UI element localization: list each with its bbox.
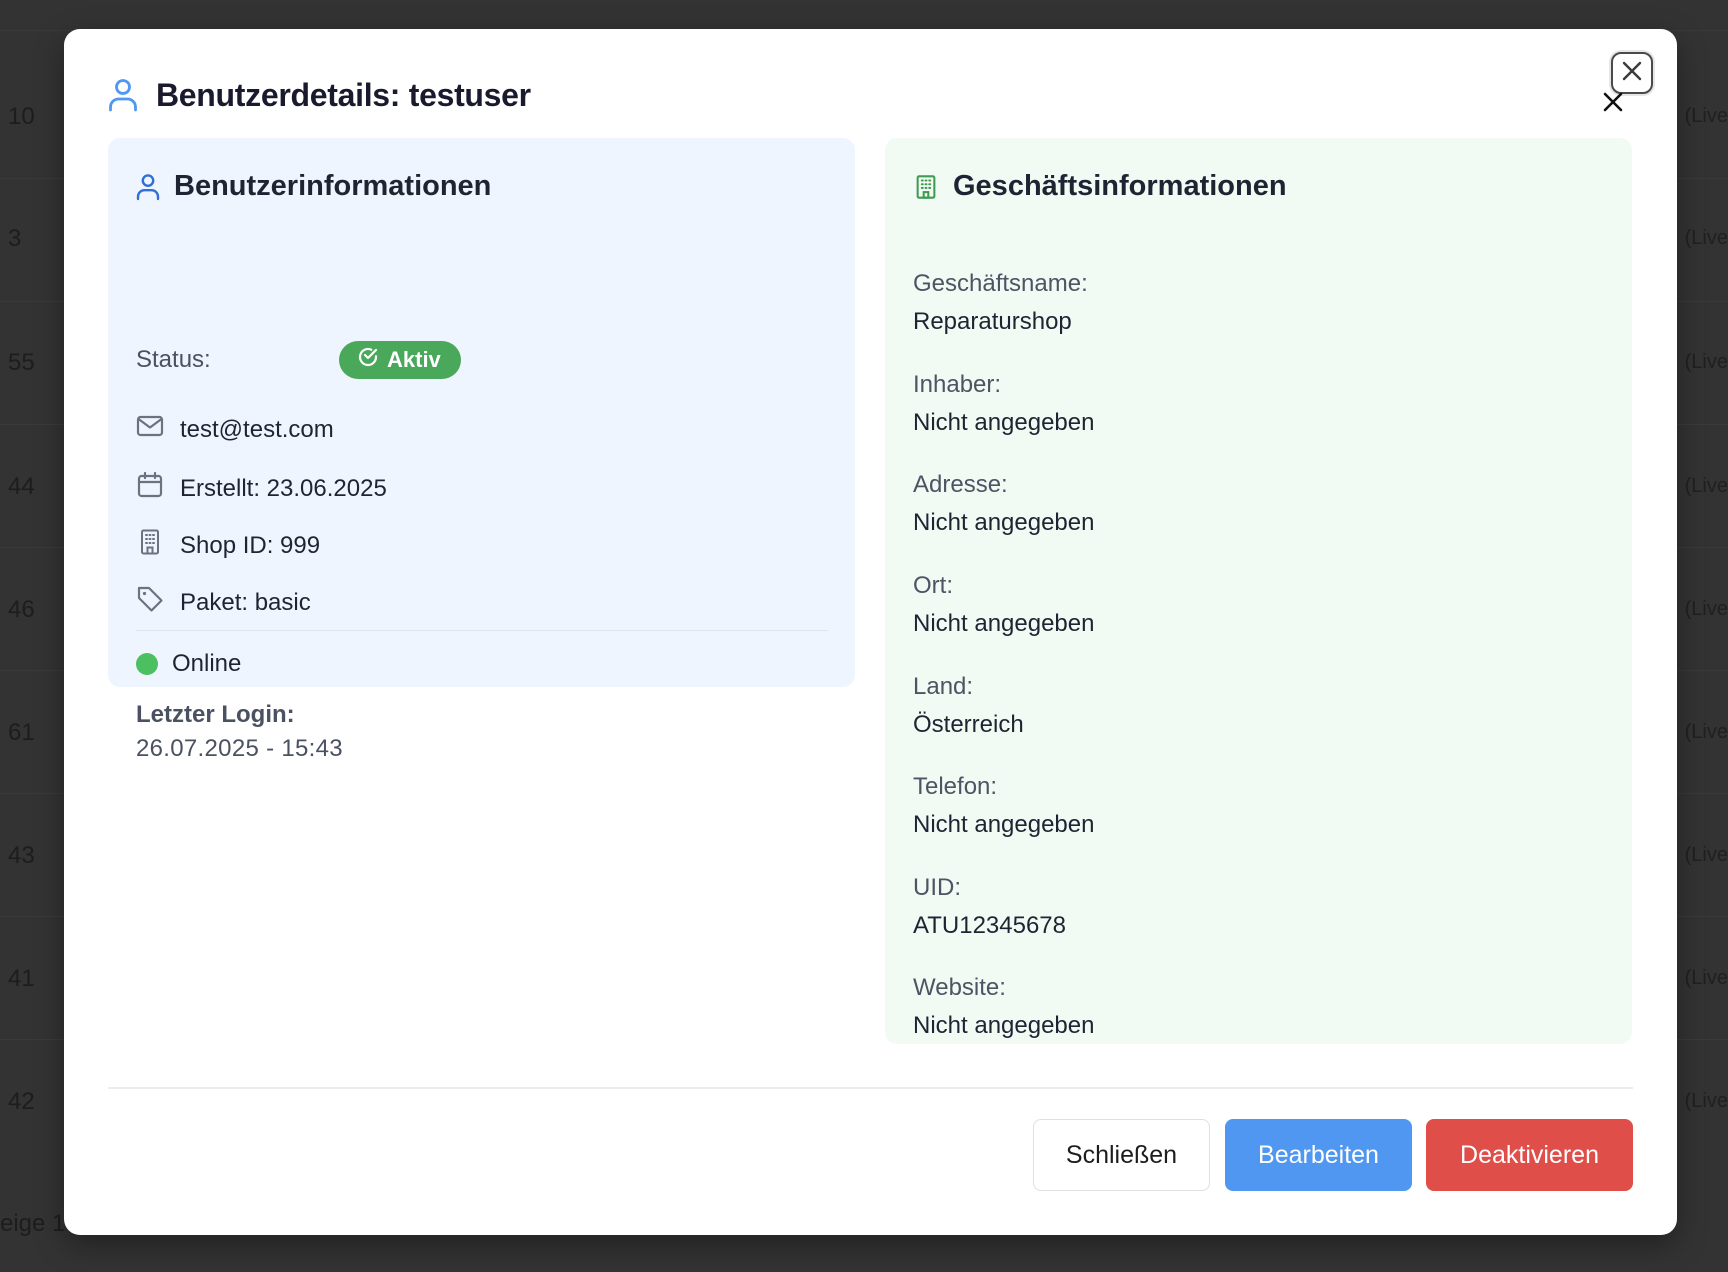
shop-id-value: Shop ID: 999 [180, 531, 321, 559]
row-number: 61 [8, 719, 35, 746]
field-owner: Inhaber: Nicht angegeben [913, 371, 1094, 437]
modal-title: Benutzerdetails: testuser [156, 76, 531, 113]
row-live-label: (Live [1684, 227, 1728, 249]
business-info-card-title: Geschäftsinformationen [913, 170, 1287, 203]
row-number: 46 [8, 596, 35, 623]
status-badge-label: Aktiv [387, 347, 441, 372]
field-label: Inhaber: [913, 371, 1002, 398]
row-number: 43 [8, 842, 35, 869]
tag-icon [136, 585, 164, 620]
field-value: Österreich [913, 711, 1024, 738]
created-row: Erstellt: 23.06.2025 [136, 471, 387, 506]
row-number: 3 [8, 225, 22, 252]
field-label: Land: [913, 673, 974, 700]
row-number: 10 [8, 103, 35, 130]
field-country: Land: Österreich [913, 673, 1024, 739]
status-badge: Aktiv [339, 341, 461, 379]
package-value: Paket: basic [180, 588, 311, 616]
row-live-label: (Live [1684, 721, 1728, 743]
deactivate-button[interactable]: Deaktivieren [1426, 1119, 1633, 1191]
field-value: Nicht angegeben [913, 409, 1095, 436]
user-info-heading: Benutzerinformationen [174, 170, 492, 202]
business-info-heading: Geschäftsinformationen [953, 170, 1287, 202]
row-number: 44 [8, 473, 35, 500]
dialog-close-button[interactable] [1600, 91, 1626, 117]
row-number: 41 [8, 965, 35, 992]
field-label: Telefon: [913, 773, 998, 800]
user-icon [108, 78, 138, 112]
close-icon [1602, 91, 1624, 118]
field-website: Website: Nicht angegeben [913, 974, 1094, 1040]
online-status-row: Online [136, 650, 241, 678]
row-live-label: (Live [1684, 598, 1728, 620]
field-label: Geschäftsname: [913, 270, 1088, 297]
field-phone: Telefon: Nicht angegeben [913, 773, 1094, 839]
row-live-label: (Live [1684, 351, 1728, 373]
field-value: Nicht angegeben [913, 1012, 1095, 1039]
divider [136, 630, 828, 631]
edit-button[interactable]: Bearbeiten [1225, 1119, 1412, 1191]
row-live-label: (Live [1684, 967, 1728, 989]
building-icon [136, 528, 164, 563]
field-uid: UID: ATU12345678 [913, 874, 1066, 940]
row-live-label: (Live [1684, 844, 1728, 866]
shop-id-row: Shop ID: 999 [136, 528, 320, 563]
user-info-card: Benutzerinformationen Status: Aktiv test… [108, 138, 855, 762]
field-value: Nicht angegeben [913, 610, 1095, 637]
email-value: test@test.com [180, 415, 334, 443]
field-business-name: Geschäftsname: Reparaturshop [913, 270, 1088, 336]
last-login-value: 26.07.2025 - 15:43 [136, 735, 343, 762]
field-label: UID: [913, 874, 961, 901]
status-label: Status: [136, 346, 211, 373]
online-status-label: Online [172, 650, 242, 677]
field-label: Website: [913, 974, 1006, 1001]
mail-icon [136, 414, 164, 445]
field-value: Reparaturshop [913, 308, 1072, 335]
close-dialog-button[interactable]: Schließen [1033, 1119, 1210, 1191]
row-live-label: (Live [1684, 105, 1728, 127]
user-icon [136, 173, 160, 201]
row-live-label: (Live [1684, 1090, 1728, 1112]
field-label: Adresse: [913, 471, 1008, 498]
row-number: 55 [8, 349, 35, 376]
footer-divider [108, 1087, 1633, 1089]
created-value: Erstellt: 23.06.2025 [180, 474, 387, 502]
field-city: Ort: Nicht angegeben [913, 572, 1094, 638]
close-icon [1621, 60, 1643, 87]
package-row: Paket: basic [136, 585, 311, 620]
last-login-label: Letzter Login: [136, 701, 295, 728]
field-label: Ort: [913, 572, 953, 599]
field-value: Nicht angegeben [913, 811, 1095, 838]
user-info-card-title: Benutzerinformationen [136, 170, 491, 203]
field-address: Adresse: Nicht angegeben [913, 471, 1094, 537]
row-number: 42 [8, 1088, 35, 1115]
calendar-icon [136, 471, 164, 506]
building-icon [913, 173, 939, 201]
field-value: ATU12345678 [913, 912, 1066, 939]
online-indicator-dot [136, 653, 158, 675]
field-value: Nicht angegeben [913, 509, 1095, 536]
check-circle-icon [357, 346, 379, 374]
pagination-text: eige 1 [0, 1210, 66, 1237]
close-button[interactable] [1611, 52, 1653, 94]
email-row: test@test.com [136, 414, 334, 445]
row-live-label: (Live [1684, 475, 1728, 497]
user-details-modal: Benutzerdetails: testuser Benutzerinform… [64, 29, 1677, 1235]
business-info-card: Geschäftsinformationen Geschäftsname: Re… [885, 138, 1632, 1044]
modal-header: Benutzerdetails: testuser [108, 69, 531, 121]
